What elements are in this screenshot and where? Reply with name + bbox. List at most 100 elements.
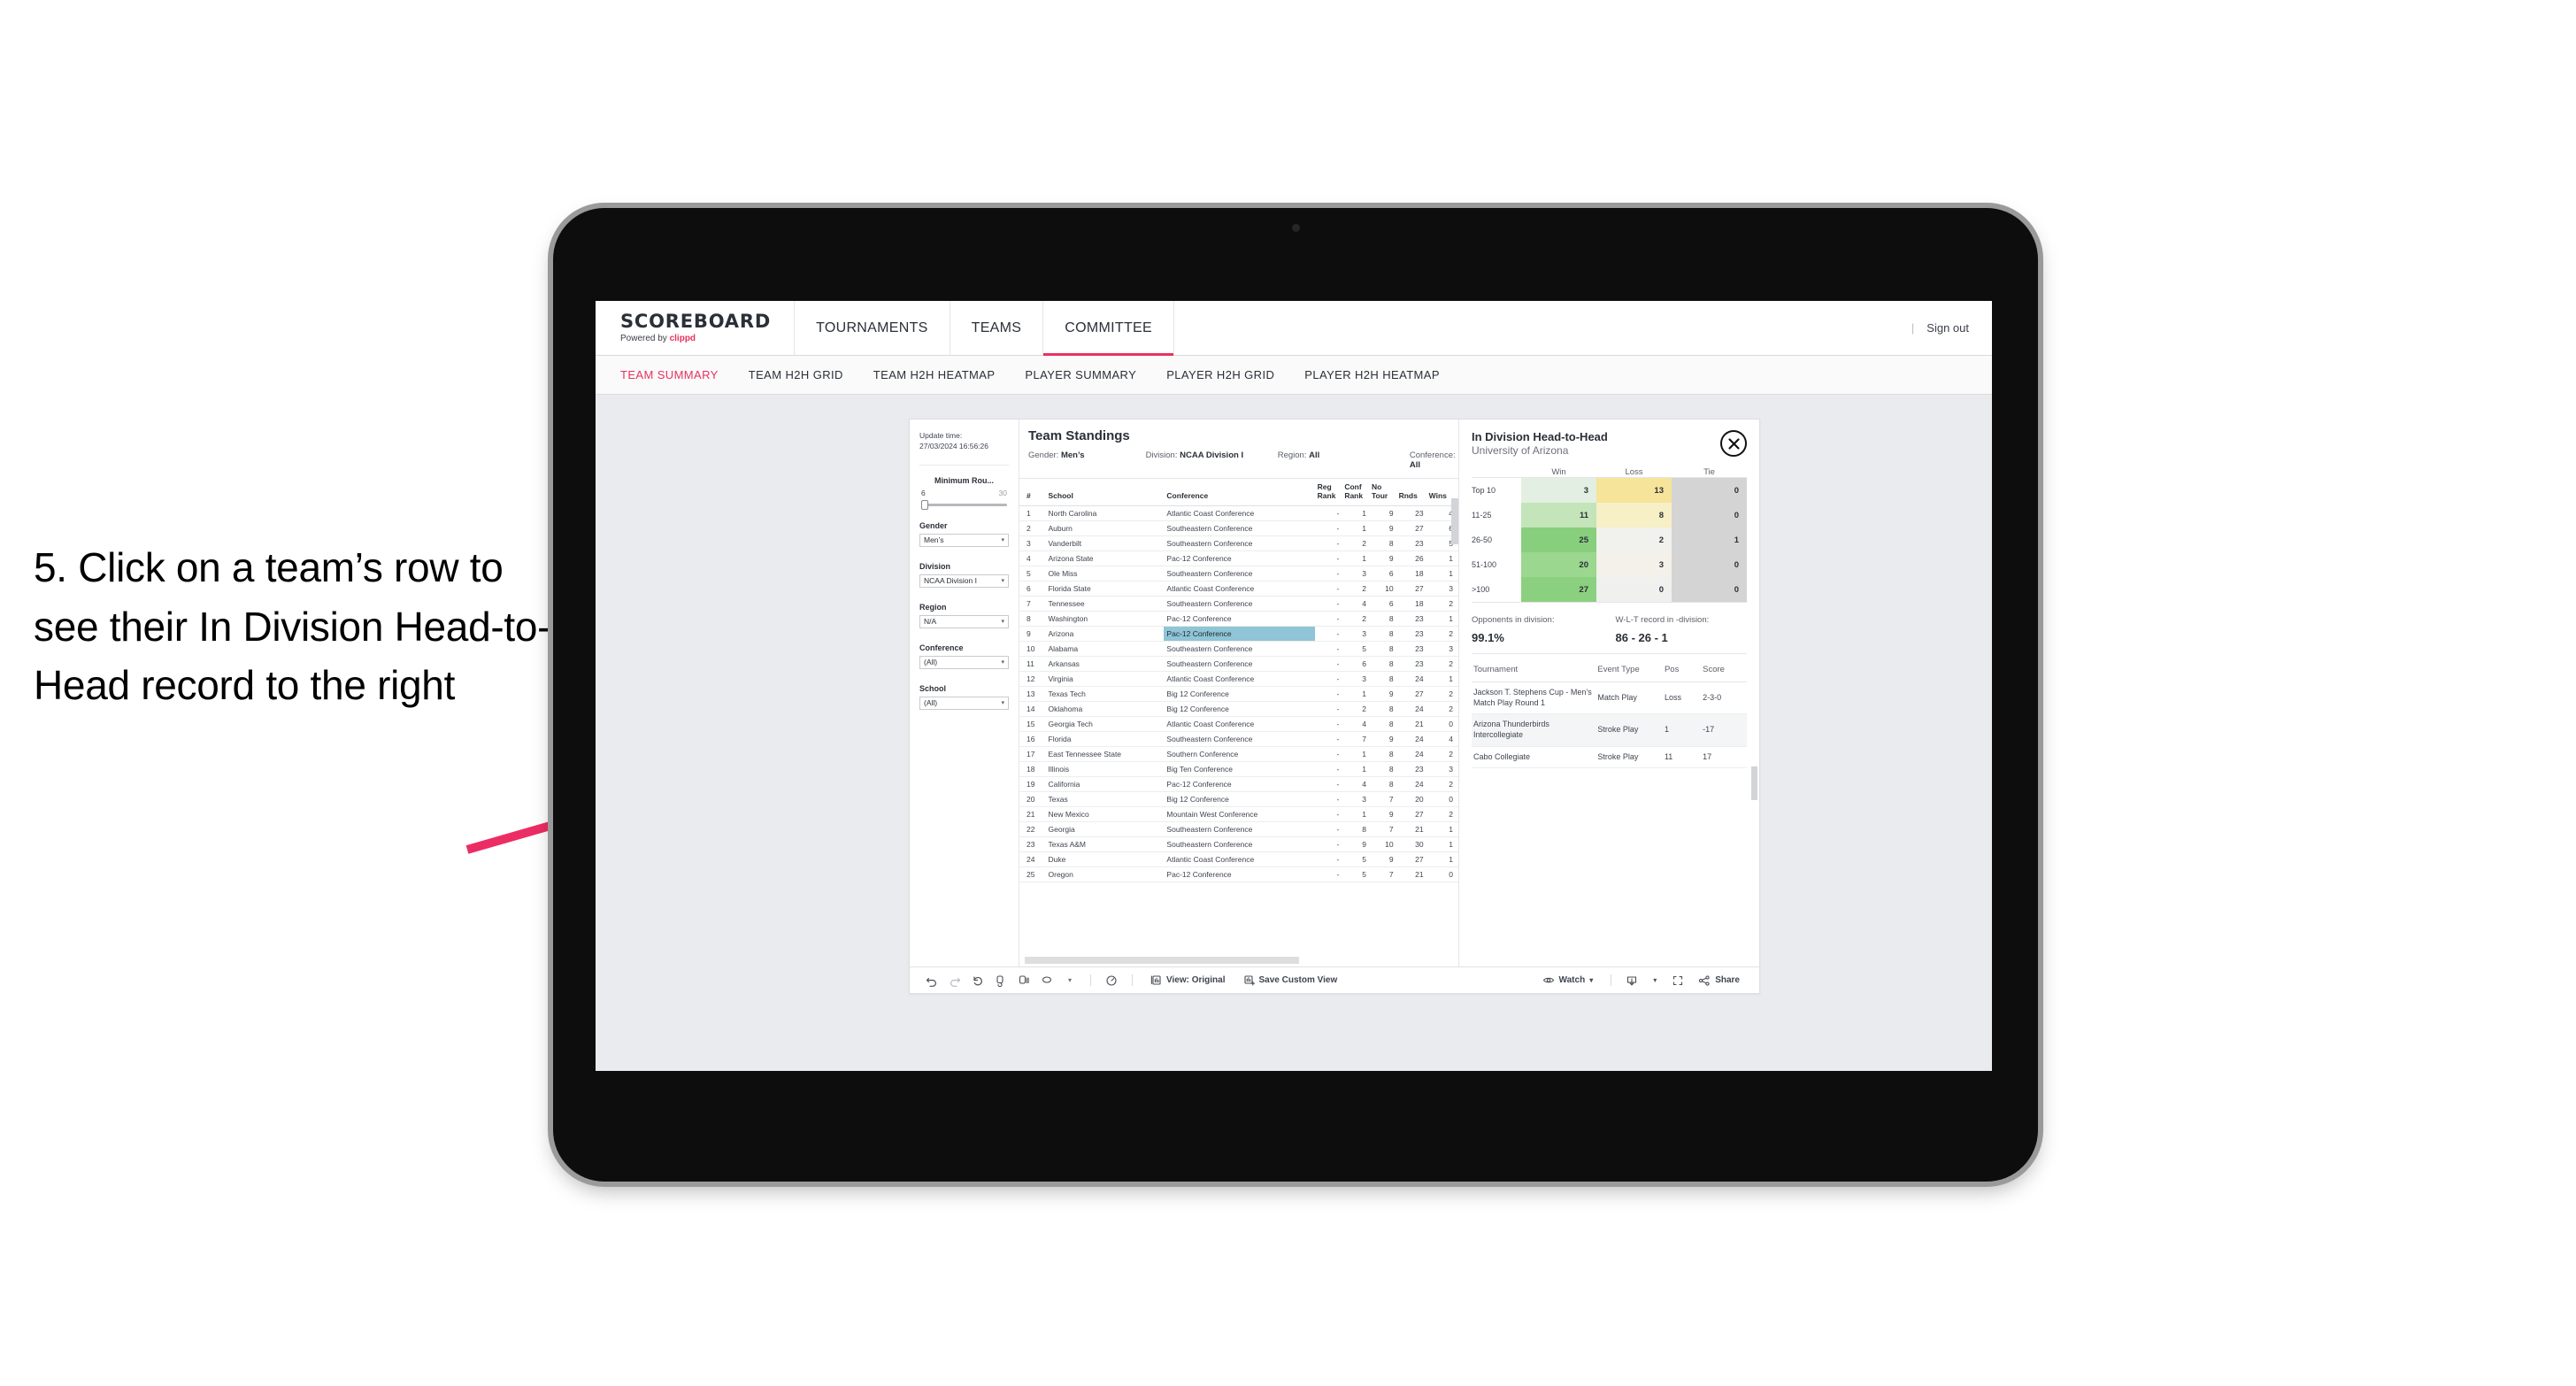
watch-button[interactable]: Watch ▾	[1534, 974, 1603, 986]
standings-scroll-area: # School Conference Reg Rank Conf Rank N…	[1019, 479, 1458, 954]
table-row[interactable]: 13 Texas Tech Big 12 Conference -1 9 27 2	[1019, 686, 1458, 702]
undo-icon[interactable]	[920, 971, 943, 990]
tab-team-h2h-grid[interactable]: TEAM H2H GRID	[749, 368, 843, 381]
chevron-down-icon[interactable]: ▾	[1058, 971, 1081, 990]
view-original-button[interactable]: View: Original	[1142, 974, 1234, 986]
cell-conference: Big Ten Conference	[1164, 761, 1315, 777]
nav-item-committee[interactable]: COMMITTEE	[1043, 301, 1174, 356]
conference-select[interactable]: (All) ▾	[919, 655, 1009, 669]
table-row[interactable]: 10 Alabama Southeastern Conference -5 8 23 3	[1019, 641, 1458, 657]
table-row[interactable]: 19 California Pac-12 Conference -4 8 24 2	[1019, 776, 1458, 792]
fullscreen-icon[interactable]	[1666, 971, 1689, 990]
eye-icon	[1542, 977, 1554, 983]
cell-wins: 4	[1426, 731, 1458, 747]
h2h-cell-win[interactable]: 25	[1521, 527, 1596, 552]
nav-item-teams[interactable]: TEAMS	[950, 301, 1044, 355]
slider-range: 6 30	[919, 489, 1009, 500]
standings-horizontal-scrollbar[interactable]	[1025, 957, 1299, 964]
share-button[interactable]: Share	[1689, 974, 1749, 987]
h2h-cell-win[interactable]: 20	[1521, 552, 1596, 577]
cell-rank: 15	[1019, 716, 1046, 732]
table-row[interactable]: 22 Georgia Southeastern Conference -8 7 21 1	[1019, 821, 1458, 837]
tab-player-summary[interactable]: PLAYER SUMMARY	[1025, 368, 1136, 381]
school-select[interactable]: (All) ▾	[919, 696, 1009, 710]
table-row[interactable]: 3VanderbiltSoutheastern Conference-28235	[1019, 535, 1458, 551]
performance-icon[interactable]	[1100, 971, 1123, 990]
table-row[interactable]: 6 Florida State Atlantic Coast Conference -…	[1019, 581, 1458, 597]
list-item[interactable]: Jackson T. Stephens Cup - Men’s Match Pl…	[1472, 681, 1747, 715]
table-row[interactable]: 1 North Carolina Atlantic Coast Conference…	[1019, 505, 1458, 521]
cell-conf-rank: 2	[1342, 535, 1369, 551]
refresh-data-icon[interactable]	[989, 971, 1012, 990]
brand-logo[interactable]: SCOREBOARD Powered by clippd	[596, 301, 796, 355]
table-row[interactable]: 18 Illinois Big Ten Conference -1 8 23 3	[1019, 761, 1458, 777]
h2h-cell-tie[interactable]: 0	[1672, 577, 1747, 602]
standings-vertical-scrollbar[interactable]	[1451, 498, 1458, 544]
stat-opponents-label: Opponents in division:	[1472, 615, 1555, 625]
cell-conference: Atlantic Coast Conference	[1164, 851, 1315, 867]
table-row[interactable]: 9 Arizona Pac-12 Conference -3 8 23 2	[1019, 626, 1458, 642]
h2h-header: Win Loss Tie	[1472, 467, 1747, 477]
table-row[interactable]: 2AuburnSoutheastern Conference-19276	[1019, 520, 1458, 536]
alerts-icon[interactable]	[1035, 971, 1058, 990]
table-row[interactable]: 24 Duke Atlantic Coast Conference -5 9 27 1	[1019, 851, 1458, 867]
sign-out-link[interactable]: Sign out	[1926, 321, 1969, 335]
tab-player-h2h-heatmap[interactable]: PLAYER H2H HEATMAP	[1304, 368, 1440, 381]
chevron-down-icon[interactable]: ▾	[1643, 971, 1666, 990]
revert-icon[interactable]	[966, 971, 989, 990]
side-panel-header: In Division Head-to-Head University of A…	[1472, 430, 1747, 457]
save-custom-view-button[interactable]: Save Custom View	[1234, 974, 1347, 986]
stat-opponents: Opponents in division: 99.1%	[1472, 615, 1603, 644]
h2h-cell-win[interactable]: 3	[1521, 478, 1596, 503]
h2h-cell-loss[interactable]: 3	[1596, 552, 1672, 577]
download-icon[interactable]	[1620, 971, 1643, 990]
table-row[interactable]: 14 Oklahoma Big 12 Conference -2 8 24 2	[1019, 701, 1458, 717]
table-row[interactable]: 11 Arkansas Southeastern Conference -6 8 23 2	[1019, 656, 1458, 672]
tab-team-h2h-heatmap[interactable]: TEAM H2H HEATMAP	[873, 368, 996, 381]
division-select[interactable]: NCAA Division I ▾	[919, 574, 1009, 588]
h2h-cell-tie[interactable]: 1	[1672, 527, 1747, 552]
events-vertical-scrollbar[interactable]	[1751, 766, 1757, 800]
table-row[interactable]: 20 Texas Big 12 Conference -3 7 20 0	[1019, 791, 1458, 807]
h2h-cell-tie[interactable]: 0	[1672, 503, 1747, 527]
table-row[interactable]: 25 Oregon Pac-12 Conference -5 7 21 0	[1019, 866, 1458, 882]
h2h-cell-loss[interactable]: 0	[1596, 577, 1672, 602]
table-row[interactable]: 21 New Mexico Mountain West Conference -1 9 2…	[1019, 806, 1458, 822]
table-row[interactable]: 12 Virginia Atlantic Coast Conference -3 8 24…	[1019, 671, 1458, 687]
gender-select[interactable]: Men’s ▾	[919, 533, 1009, 547]
h2h-cell-loss[interactable]: 13	[1596, 478, 1672, 503]
tab-player-h2h-grid[interactable]: PLAYER H2H GRID	[1166, 368, 1274, 381]
table-row[interactable]: 7 Tennessee Southeastern Conference -4 6 18 2	[1019, 596, 1458, 612]
h2h-cell-tie[interactable]: 0	[1672, 478, 1747, 503]
share-icon	[1699, 974, 1710, 986]
redo-icon[interactable]	[943, 971, 966, 990]
table-row[interactable]: 23 Texas A&M Southeastern Conference -9 10 30…	[1019, 836, 1458, 852]
h2h-cell-win[interactable]: 27	[1521, 577, 1596, 602]
table-row[interactable]: 4 Arizona State Pac-12 Conference -1 9 26 1	[1019, 551, 1458, 566]
close-icon[interactable]	[1720, 430, 1747, 457]
nav-item-tournaments[interactable]: TOURNAMENTS	[795, 301, 950, 355]
h2h-cell-tie[interactable]: 0	[1672, 552, 1747, 577]
cell-conference: Atlantic Coast Conference	[1164, 671, 1315, 687]
table-row[interactable]: 16 Florida Southeastern Conference -7 9 24 4	[1019, 731, 1458, 747]
min-rounds-slider[interactable]	[921, 499, 1007, 510]
region-select[interactable]: N/A ▾	[919, 614, 1009, 628]
pause-refresh-icon[interactable]	[1012, 971, 1035, 990]
tab-team-summary[interactable]: TEAM SUMMARY	[620, 368, 719, 381]
list-item[interactable]: Cabo Collegiate Stroke Play 11 17	[1472, 746, 1747, 769]
cell-school: Ole Miss	[1045, 566, 1165, 581]
cell-rnds: 20	[1396, 791, 1426, 807]
list-item[interactable]: Arizona Thunderbirds Intercollegiate Stro…	[1472, 713, 1747, 747]
table-row[interactable]: 15 Georgia Tech Atlantic Coast Conference -…	[1019, 716, 1458, 732]
cell-rnds: 27	[1396, 851, 1426, 867]
h2h-cell-win[interactable]: 11	[1521, 503, 1596, 527]
h2h-cell-loss[interactable]: 2	[1596, 527, 1672, 552]
table-row[interactable]: 5 Ole Miss Southeastern Conference -3 6 18 1	[1019, 566, 1458, 581]
table-row[interactable]: 17 East Tennessee State Southern Conferenc…	[1019, 746, 1458, 762]
viz-card: Update time: 27/03/2024 16:56:26 Minimum…	[909, 419, 1760, 994]
table-row[interactable]: 8 Washington Pac-12 Conference -2 8 23 1	[1019, 611, 1458, 627]
h2h-cell-loss[interactable]: 8	[1596, 503, 1672, 527]
cell-conf-rank: 8	[1342, 821, 1369, 837]
slider-handle[interactable]	[921, 499, 928, 510]
h2h-band-label: 51-100	[1472, 560, 1497, 569]
